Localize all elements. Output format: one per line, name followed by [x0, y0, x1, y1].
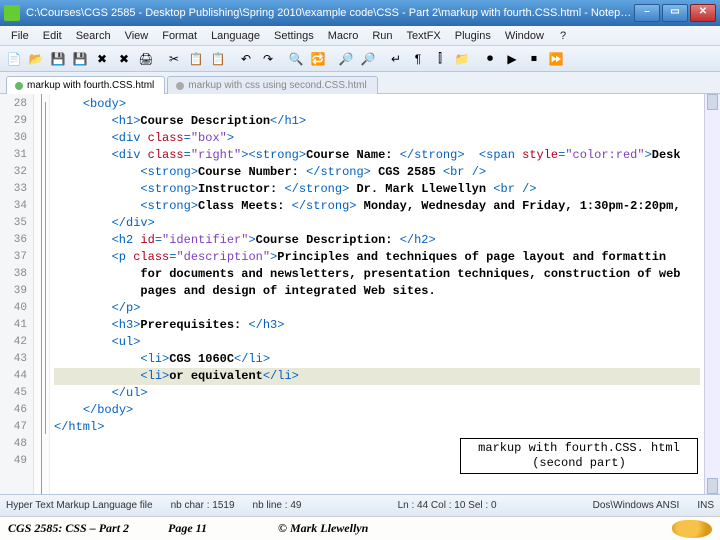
copy-icon[interactable]: 📋 [186, 49, 206, 69]
save-icon[interactable]: 💾 [48, 49, 68, 69]
menu-view[interactable]: View [118, 28, 156, 44]
slide-footer: CGS 2585: CSS – Part 2 Page 11 © Mark Ll… [0, 516, 720, 540]
play-macro-icon[interactable]: ▶ [502, 49, 522, 69]
window-title: C:\Courses\CGS 2585 - Desktop Publishing… [26, 7, 634, 19]
code-editor[interactable]: 2829303132333435363738394041424344454647… [0, 94, 720, 494]
menu-settings[interactable]: Settings [267, 28, 321, 44]
window-buttons: – ▭ ✕ [634, 4, 716, 22]
app-icon [4, 5, 20, 21]
line-number-gutter: 2829303132333435363738394041424344454647… [0, 94, 34, 494]
menu-run[interactable]: Run [365, 28, 399, 44]
status-filetype: Hyper Text Markup Language file [6, 500, 153, 511]
menu-search[interactable]: Search [69, 28, 118, 44]
menu-bar: FileEditSearchViewFormatLanguageSettings… [0, 26, 720, 46]
menu-plugins[interactable]: Plugins [448, 28, 498, 44]
open-file-icon[interactable]: 📂 [26, 49, 46, 69]
close-all-icon[interactable]: ✖ [114, 49, 134, 69]
tab-label: markup with fourth.CSS.html [27, 80, 154, 91]
footer-page: Page 11 [168, 521, 278, 536]
zoom-out-icon[interactable]: 🔎 [358, 49, 378, 69]
tab-bar: markup with fourth.CSS.html markup with c… [0, 72, 720, 94]
tab-status-icon [15, 82, 23, 90]
maximize-button[interactable]: ▭ [662, 4, 688, 22]
menu-macro[interactable]: Macro [321, 28, 366, 44]
file-tab[interactable]: markup with css using second.CSS.html [167, 76, 377, 94]
status-linecount: nb line : 49 [253, 500, 302, 511]
code-area[interactable]: <body> <h1>Course Description</h1> <div … [50, 94, 704, 494]
menu-edit[interactable]: Edit [36, 28, 69, 44]
status-charcount: nb char : 1519 [171, 500, 235, 511]
menu-textfx[interactable]: TextFX [400, 28, 448, 44]
record-macro-icon[interactable]: ⏺ [480, 49, 500, 69]
zoom-in-icon[interactable]: 🔎 [336, 49, 356, 69]
menu-file[interactable]: File [4, 28, 36, 44]
undo-icon[interactable]: ↶ [236, 49, 256, 69]
ucf-logo-icon [672, 520, 712, 538]
menu-help[interactable]: ? [553, 28, 573, 44]
status-encoding: Dos\Windows ANSI [593, 500, 680, 511]
new-file-icon[interactable]: 📄 [4, 49, 24, 69]
redo-icon[interactable]: ↷ [258, 49, 278, 69]
wrap-icon[interactable]: ↵ [386, 49, 406, 69]
annotation-line1: markup with fourth.CSS. html [465, 441, 693, 456]
paste-icon[interactable]: 📋 [208, 49, 228, 69]
vertical-scrollbar[interactable] [704, 94, 720, 494]
indent-guide-icon[interactable]: ⫿ [430, 49, 450, 69]
find-icon[interactable]: 🔍 [286, 49, 306, 69]
footer-course: CGS 2585: CSS – Part 2 [8, 521, 168, 536]
annotation-line2: (second part) [465, 456, 693, 471]
menu-format[interactable]: Format [155, 28, 204, 44]
run-macro-icon[interactable]: ⏩ [546, 49, 566, 69]
close-file-icon[interactable]: ✖ [92, 49, 112, 69]
fold-margin[interactable] [34, 94, 50, 494]
stop-macro-icon[interactable]: ⏹ [524, 49, 544, 69]
status-bar: Hyper Text Markup Language file nb char … [0, 494, 720, 516]
minimize-button[interactable]: – [634, 4, 660, 22]
save-all-icon[interactable]: 💾 [70, 49, 90, 69]
window-titlebar: C:\Courses\CGS 2585 - Desktop Publishing… [0, 0, 720, 26]
footer-author: © Mark Llewellyn [278, 521, 672, 536]
annotation-box: markup with fourth.CSS. html (second par… [460, 438, 698, 474]
folder-view-icon[interactable]: 📁 [452, 49, 472, 69]
tab-label: markup with css using second.CSS.html [188, 80, 366, 91]
toolbar: 📄 📂 💾 💾 ✖ ✖ 🖨 ✂ 📋 📋 ↶ ↷ 🔍 🔁 🔎 🔎 ↵ ¶ ⫿ 📁 … [0, 46, 720, 72]
cut-icon[interactable]: ✂ [164, 49, 184, 69]
menu-window[interactable]: Window [498, 28, 551, 44]
close-button[interactable]: ✕ [690, 4, 716, 22]
replace-icon[interactable]: 🔁 [308, 49, 328, 69]
file-tab[interactable]: markup with fourth.CSS.html [6, 76, 165, 94]
tab-status-icon [176, 82, 184, 90]
menu-language[interactable]: Language [204, 28, 267, 44]
show-ws-icon[interactable]: ¶ [408, 49, 428, 69]
status-cursor: Ln : 44 Col : 10 Sel : 0 [398, 500, 497, 511]
status-mode: INS [697, 500, 714, 511]
print-icon[interactable]: 🖨 [136, 49, 156, 69]
